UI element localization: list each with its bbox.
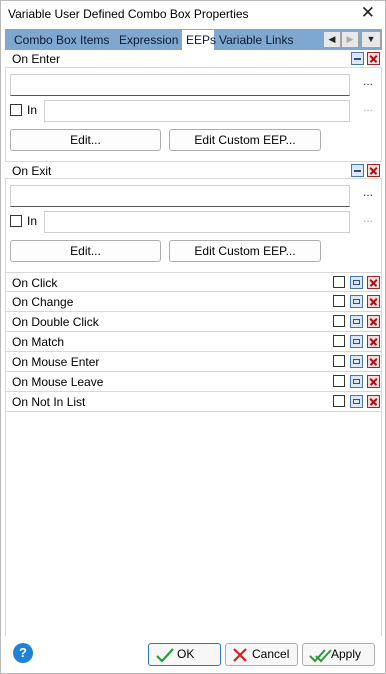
on-enter-in-browse-button[interactable]: ... [363,100,373,114]
on-enter-in-label: In [27,103,38,117]
event-enable-checkbox[interactable] [333,295,345,307]
event-label: On Click [12,276,58,290]
event-enable-checkbox[interactable] [333,315,345,327]
red-x-icon [233,648,247,662]
event-label: On Mouse Leave [12,375,104,389]
remove-icon[interactable] [367,355,380,368]
on-enter-in-field[interactable] [44,100,350,122]
section-on-exit-header: On Exit [5,161,382,179]
cancel-button[interactable]: Cancel [225,643,298,666]
event-enable-checkbox[interactable] [333,335,345,347]
remove-icon[interactable] [367,395,380,408]
expand-icon[interactable] [350,395,363,408]
expand-icon[interactable] [350,375,363,388]
remove-icon[interactable] [367,315,380,328]
on-exit-browse-button[interactable]: ... [363,185,373,199]
on-exit-edit-button[interactable]: Edit... [10,240,161,262]
event-enable-checkbox[interactable] [333,276,345,288]
on-enter-edit-custom-button[interactable]: Edit Custom EEP... [169,129,321,151]
remove-icon[interactable] [367,295,380,308]
event-row-on-mouse-enter[interactable]: On Mouse Enter [5,352,382,372]
on-exit-edit-custom-button[interactable]: Edit Custom EEP... [169,240,321,262]
on-exit-expression-field[interactable] [10,185,350,207]
expand-icon[interactable] [350,295,363,308]
checkmark-icon [156,648,174,663]
event-enable-checkbox[interactable] [333,375,345,387]
tab-menu-dropdown-icon[interactable]: ▼ [361,31,381,48]
tab-eeps[interactable]: EEPs [181,29,216,50]
remove-icon[interactable] [367,335,380,348]
section-title: On Exit [12,164,52,178]
event-label: On Change [12,295,74,309]
expand-icon[interactable] [350,276,363,289]
expand-icon[interactable] [350,315,363,328]
double-checkmark-icon [309,649,332,663]
event-row-on-not-in-list[interactable]: On Not In List [5,392,382,412]
on-enter-browse-button[interactable]: ... [363,74,373,88]
on-enter-expression-field[interactable] [10,74,350,96]
on-exit-in-field[interactable] [44,211,350,233]
event-row-on-click[interactable]: On Click [5,272,382,292]
section-title: On Enter [12,52,61,66]
remove-icon[interactable] [367,375,380,388]
event-label: On Not In List [12,395,86,409]
tab-bar: Combo Box Items Expression EEPs Variable… [5,29,382,50]
tab-combo-box-items[interactable]: Combo Box Items [9,31,120,50]
remove-icon[interactable] [367,52,380,65]
expand-icon[interactable] [350,355,363,368]
collapse-icon[interactable] [351,52,364,65]
close-icon[interactable]: ✕ [361,3,375,23]
help-icon[interactable]: ? [13,643,33,663]
event-label: On Mouse Enter [12,355,100,369]
on-enter-edit-button[interactable]: Edit... [10,129,161,151]
event-enable-checkbox[interactable] [333,355,345,367]
expand-icon[interactable] [350,335,363,348]
on-exit-in-label: In [27,214,38,228]
window-title: Variable User Defined Combo Box Properti… [8,7,249,21]
section-on-enter-header: On Enter [5,50,382,68]
event-enable-checkbox[interactable] [333,395,345,407]
event-row-on-mouse-leave[interactable]: On Mouse Leave [5,372,382,392]
title-bar: Variable User Defined Combo Box Properti… [1,1,385,27]
tab-scroll-left-icon[interactable]: ◀ [323,31,341,48]
cancel-label: Cancel [252,647,290,661]
apply-label: Apply [331,647,362,661]
event-label: On Match [12,335,65,349]
remove-icon[interactable] [367,164,380,177]
event-row-on-match[interactable]: On Match [5,332,382,352]
collapse-icon[interactable] [351,164,364,177]
properties-dialog: Variable User Defined Combo Box Properti… [0,0,386,674]
tab-variable-links[interactable]: Variable Links [219,31,309,50]
ok-button[interactable]: OK [148,643,221,666]
dialog-footer: ? OK Cancel Apply [1,636,385,673]
apply-button[interactable]: Apply [302,643,375,666]
event-row-on-change[interactable]: On Change [5,292,382,312]
tab-scroll-right-icon[interactable]: ▶ [341,31,359,48]
event-label: On Double Click [12,315,99,329]
on-exit-in-browse-button[interactable]: ... [363,211,373,225]
ok-label: OK [177,647,195,661]
remove-icon[interactable] [367,276,380,289]
on-exit-in-checkbox[interactable] [10,215,22,227]
event-row-on-double-click[interactable]: On Double Click [5,312,382,332]
tab-expression[interactable]: Expression [119,31,183,50]
on-enter-in-checkbox[interactable] [10,104,22,116]
